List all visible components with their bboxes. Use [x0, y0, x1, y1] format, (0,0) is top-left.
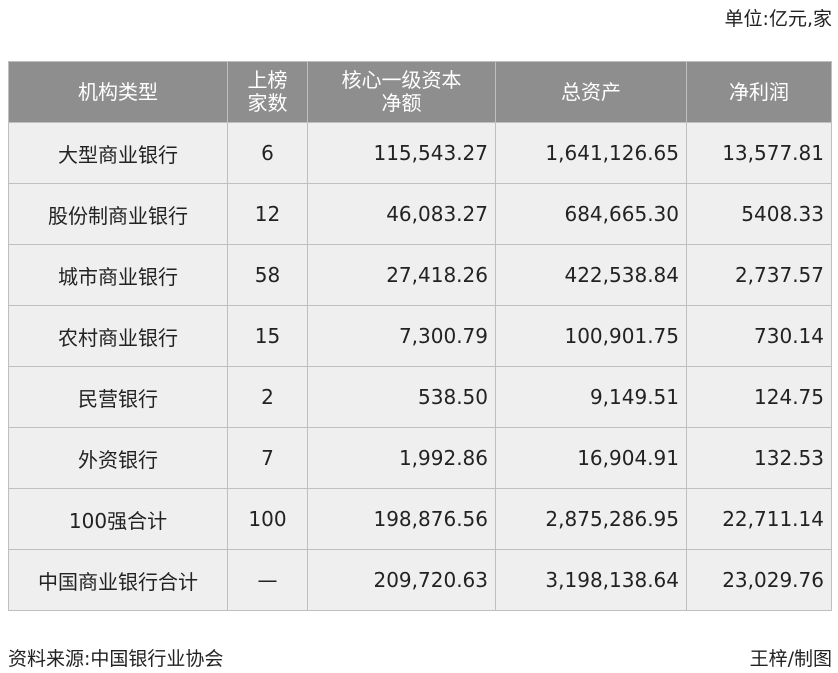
cell-listed-count: 6	[227, 122, 308, 184]
cell-institution-type: 外资银行	[8, 427, 228, 489]
cell-institution-type: 城市商业银行	[8, 244, 228, 306]
cell-institution-type: 大型商业银行	[8, 122, 228, 184]
table-row: 农村商业银行 15 7,300.79 100,901.75 730.14	[8, 305, 832, 367]
table-row: 100强合计 100 198,876.56 2,875,286.95 22,71…	[8, 488, 832, 550]
cell-core-tier1-capital: 7,300.79	[307, 305, 496, 367]
cell-net-profit: 22,711.14	[686, 488, 832, 550]
header-listed-count: 上榜 家数	[227, 61, 308, 123]
cell-institution-type: 中国商业银行合计	[8, 549, 228, 611]
table-body: 大型商业银行 6 115,543.27 1,641,126.65 13,577.…	[8, 122, 832, 611]
header-listed-count-line2: 家数	[247, 91, 288, 115]
table-row: 大型商业银行 6 115,543.27 1,641,126.65 13,577.…	[8, 122, 832, 184]
cell-net-profit: 23,029.76	[686, 549, 832, 611]
cell-net-profit: 13,577.81	[686, 122, 832, 184]
cell-net-profit: 124.75	[686, 366, 832, 428]
cell-total-assets: 2,875,286.95	[495, 488, 687, 550]
table-row: 中国商业银行合计 — 209,720.63 3,198,138.64 23,02…	[8, 549, 832, 611]
cell-listed-count: 7	[227, 427, 308, 489]
cell-core-tier1-capital: 115,543.27	[307, 122, 496, 184]
cell-institution-type: 100强合计	[8, 488, 228, 550]
header-core-tier1-capital-line2: 净额	[381, 91, 422, 115]
cell-listed-count: 15	[227, 305, 308, 367]
data-source-note: 资料来源:中国银行业协会	[8, 648, 224, 670]
header-total-assets: 总资产	[495, 61, 687, 123]
header-row: 机构类型 上榜 家数 核心一级资本 净额 总资产 净利润	[8, 61, 832, 123]
header-net-profit: 净利润	[686, 61, 832, 123]
cell-total-assets: 1,641,126.65	[495, 122, 687, 184]
cell-total-assets: 100,901.75	[495, 305, 687, 367]
cell-institution-type: 农村商业银行	[8, 305, 228, 367]
unit-note: 单位:亿元,家	[724, 8, 832, 30]
cell-net-profit: 5408.33	[686, 183, 832, 245]
cell-net-profit: 730.14	[686, 305, 832, 367]
cell-listed-count: 100	[227, 488, 308, 550]
cell-core-tier1-capital: 538.50	[307, 366, 496, 428]
header-listed-count-line1: 上榜	[247, 68, 288, 92]
cell-core-tier1-capital: 27,418.26	[307, 244, 496, 306]
cell-listed-count: —	[227, 549, 308, 611]
table-row: 民营银行 2 538.50 9,149.51 124.75	[8, 366, 832, 428]
cell-core-tier1-capital: 46,083.27	[307, 183, 496, 245]
cell-institution-type: 民营银行	[8, 366, 228, 428]
cell-listed-count: 58	[227, 244, 308, 306]
table-header: 机构类型 上榜 家数 核心一级资本 净额 总资产 净利润	[8, 61, 832, 123]
cell-total-assets: 9,149.51	[495, 366, 687, 428]
cell-total-assets: 16,904.91	[495, 427, 687, 489]
chart-credit: 王梓/制图	[749, 648, 832, 670]
cell-core-tier1-capital: 1,992.86	[307, 427, 496, 489]
header-core-tier1-capital: 核心一级资本 净额	[307, 61, 496, 123]
cell-listed-count: 2	[227, 366, 308, 428]
bank-statistics-table: 机构类型 上榜 家数 核心一级资本 净额 总资产 净利润 大型商业银行 6 11…	[8, 61, 832, 611]
cell-total-assets: 3,198,138.64	[495, 549, 687, 611]
table-row: 股份制商业银行 12 46,083.27 684,665.30 5408.33	[8, 183, 832, 245]
cell-net-profit: 132.53	[686, 427, 832, 489]
cell-total-assets: 422,538.84	[495, 244, 687, 306]
table-row: 城市商业银行 58 27,418.26 422,538.84 2,737.57	[8, 244, 832, 306]
header-core-tier1-capital-line1: 核心一级资本	[341, 68, 462, 92]
cell-core-tier1-capital: 198,876.56	[307, 488, 496, 550]
cell-core-tier1-capital: 209,720.63	[307, 549, 496, 611]
cell-total-assets: 684,665.30	[495, 183, 687, 245]
cell-net-profit: 2,737.57	[686, 244, 832, 306]
table-row: 外资银行 7 1,992.86 16,904.91 132.53	[8, 427, 832, 489]
cell-listed-count: 12	[227, 183, 308, 245]
header-institution-type: 机构类型	[8, 61, 228, 123]
cell-institution-type: 股份制商业银行	[8, 183, 228, 245]
